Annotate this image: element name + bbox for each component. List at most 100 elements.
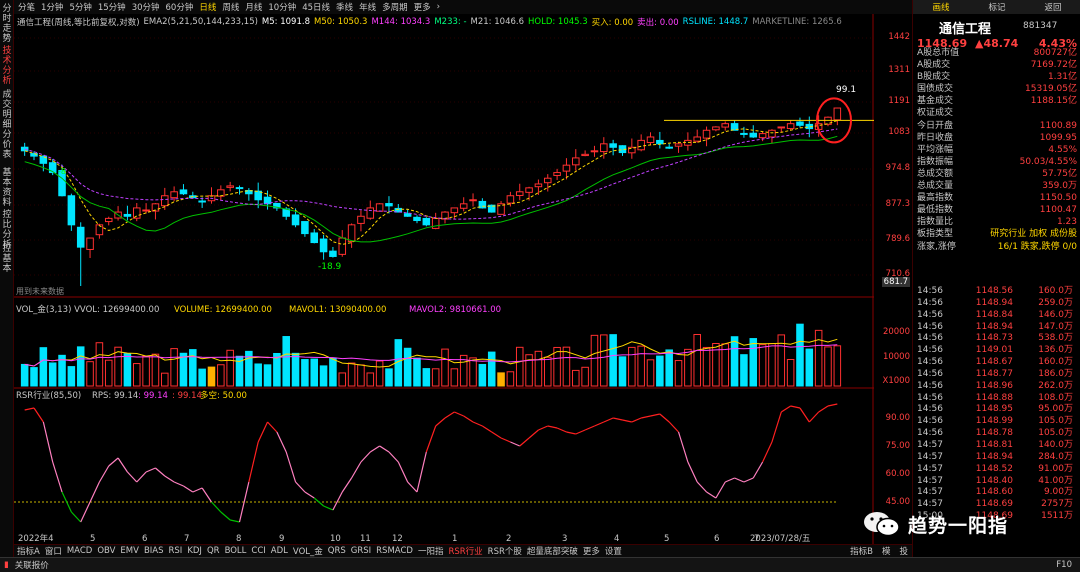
stock-code: 881347: [1023, 21, 1058, 31]
candle: [459, 203, 468, 209]
period-0[interactable]: 分笔: [18, 1, 35, 13]
indicator-tab-6[interactable]: RSI: [169, 546, 183, 556]
volume-bar: [665, 349, 673, 387]
indicator-tab-18[interactable]: RSR个股: [488, 545, 522, 557]
volume-bar: [674, 360, 683, 387]
volume-bar: [824, 346, 832, 387]
period-2[interactable]: 5分钟: [69, 1, 91, 13]
period-12[interactable]: 年线: [359, 1, 376, 13]
indicator-tab-19[interactable]: 超量底部突破: [527, 545, 578, 557]
volume-bar: [347, 362, 356, 387]
indicator-tab-10[interactable]: CCI: [251, 546, 265, 556]
indicator-tab-17[interactable]: RSR行业: [448, 545, 482, 557]
period-10[interactable]: 45日线: [302, 1, 330, 13]
volume-bar: [637, 345, 645, 387]
indicator-tab-21[interactable]: 设置: [605, 545, 622, 557]
candle: [665, 146, 673, 149]
rsr-line-segment: [566, 431, 576, 435]
indicator-tab-8[interactable]: QR: [207, 546, 220, 556]
vtab-4[interactable]: 基本资料: [1, 168, 13, 208]
vtab-2[interactable]: 成交明细: [1, 90, 13, 130]
indicator-tab-20[interactable]: 更多: [583, 545, 600, 557]
ema-label: EMA2(5,21,50,144,233,15): [143, 17, 258, 27]
vtab-6[interactable]: 控基本: [1, 244, 13, 274]
tick-vol: 95.00万: [1038, 404, 1073, 415]
vtab-1[interactable]: 技术分析: [1, 46, 13, 86]
right-tab-2[interactable]: 投: [899, 545, 912, 557]
volume-bar: [385, 368, 393, 387]
stat-value: 1188.15亿: [1030, 96, 1077, 107]
rsr-line-segment: [538, 425, 548, 431]
period-14[interactable]: 更多: [414, 1, 431, 13]
volume-bar: [441, 348, 449, 387]
related-quote[interactable]: 关联报价: [15, 559, 49, 571]
x-tick-label: 9: [279, 534, 284, 544]
indicator-tab-15[interactable]: RSMACD: [376, 546, 413, 556]
candle: [581, 153, 589, 157]
x-tick-label: 6: [714, 534, 719, 544]
indicator-tab-9[interactable]: BOLL: [225, 546, 247, 556]
rsr-line-segment: [42, 421, 54, 463]
period-5[interactable]: 60分钟: [166, 1, 194, 13]
period-3[interactable]: 15分钟: [98, 1, 126, 13]
indicator-tab-1[interactable]: 窗口: [45, 545, 62, 557]
indicator-tab-13[interactable]: QRS: [328, 546, 346, 556]
volume-bar: [777, 334, 786, 387]
rsr-line-segment: [369, 445, 380, 453]
indicator-tab-3[interactable]: OBV: [97, 546, 115, 556]
candle: [123, 213, 132, 217]
tick-time: 14:56: [917, 345, 943, 356]
tick-price: 1148.40: [975, 475, 1013, 486]
tick-vol: 146.0万: [1038, 309, 1073, 320]
rsr-line-segment: [145, 467, 156, 473]
period-toolbar: 分笔 1分钟 5分钟 15分钟 30分钟 60分钟 日线 周线 月线 10分钟 45日线 季线 年线 多周…: [14, 0, 912, 14]
candle: [721, 123, 730, 128]
rtop-1[interactable]: 标记: [988, 1, 1005, 13]
rsr-line-segment: [98, 465, 110, 483]
vertical-tab-bar: 分时走势 技术分析 成交明细 分价表 基本资料 控比分析 控基本: [0, 0, 14, 557]
chart-area[interactable]: 99.1 -18.9 -8 用到未来数据 VOL_金(3,13) VVOL: 12699…: [14, 14, 874, 544]
period-4[interactable]: 30分钟: [132, 1, 160, 13]
indicator-tab-2[interactable]: MACD: [67, 546, 92, 556]
candle: [95, 224, 104, 236]
indicator-tab-14[interactable]: GRSI: [351, 546, 371, 556]
vtab-0[interactable]: 分时走势: [1, 4, 13, 44]
rtop-2[interactable]: 返回: [1044, 1, 1061, 13]
stat-row: 最高指数 1150.50: [913, 192, 1080, 204]
right-tab-1[interactable]: 模: [882, 545, 895, 557]
vol-unit: X1000: [882, 376, 910, 386]
price-tick-2: 1191: [888, 96, 910, 106]
period-11[interactable]: 季线: [336, 1, 353, 13]
candle: [170, 191, 178, 199]
period-8[interactable]: 月线: [245, 1, 262, 13]
candle: [329, 250, 337, 257]
f10-button[interactable]: F10: [1056, 560, 1080, 570]
indicator-tab-12[interactable]: VOL_金: [293, 545, 323, 557]
period-1[interactable]: 1分钟: [41, 1, 63, 13]
indicator-tab-16[interactable]: 一阳指: [418, 545, 444, 557]
rsr-line-segment: [808, 411, 820, 423]
tick-list[interactable]: 14:56 1148.56 160.0万 14:56 1148.94 259.0万 14:5…: [913, 286, 1080, 523]
indicator-tab-5[interactable]: BIAS: [144, 546, 164, 556]
rsr-line-segment: [780, 405, 791, 413]
tick-vol: 41.00万: [1038, 475, 1073, 486]
indicator-tab-11[interactable]: ADL: [271, 546, 288, 556]
indicator-tab-4[interactable]: EMV: [120, 546, 139, 556]
period-13[interactable]: 多周期: [382, 1, 408, 13]
period-7[interactable]: 周线: [222, 1, 239, 13]
right-tab-0[interactable]: 指标B: [850, 545, 877, 557]
tick-time: 14:56: [917, 416, 943, 427]
period-9[interactable]: 10分钟: [268, 1, 296, 13]
indicator-tab-0[interactable]: 指标A: [17, 545, 40, 557]
rsr-line-segment: [164, 475, 175, 483]
vtab-3[interactable]: 分价表: [1, 130, 13, 160]
indicator-tab-7[interactable]: KDJ: [187, 546, 202, 556]
candle: [347, 224, 356, 242]
stat-key: A股总市值: [917, 48, 960, 58]
rtop-0[interactable]: 画线: [932, 1, 949, 13]
candle: [674, 143, 683, 147]
rsr-line-segment: [388, 451, 399, 463]
period-6[interactable]: 日线: [199, 1, 216, 13]
period-15[interactable]: ›: [437, 2, 440, 12]
stat-key: 基金成交: [917, 96, 954, 107]
